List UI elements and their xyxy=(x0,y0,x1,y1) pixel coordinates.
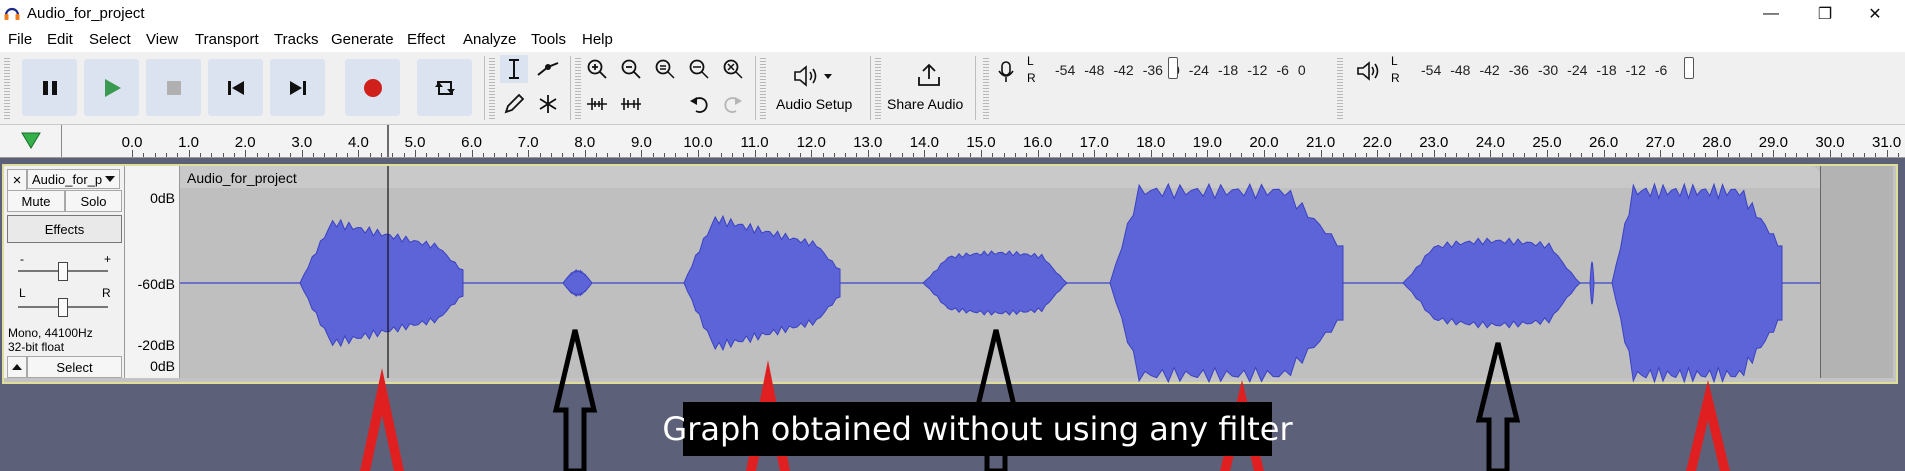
red-arrow-icon xyxy=(1686,380,1730,471)
red-arrow-icon xyxy=(360,368,404,471)
black-arrow-icon xyxy=(552,329,598,471)
black-arrow-icon xyxy=(1475,342,1521,471)
annotation-arrows-layer xyxy=(360,329,1730,471)
caption-banner: Graph obtained without using any filter xyxy=(662,402,1293,456)
